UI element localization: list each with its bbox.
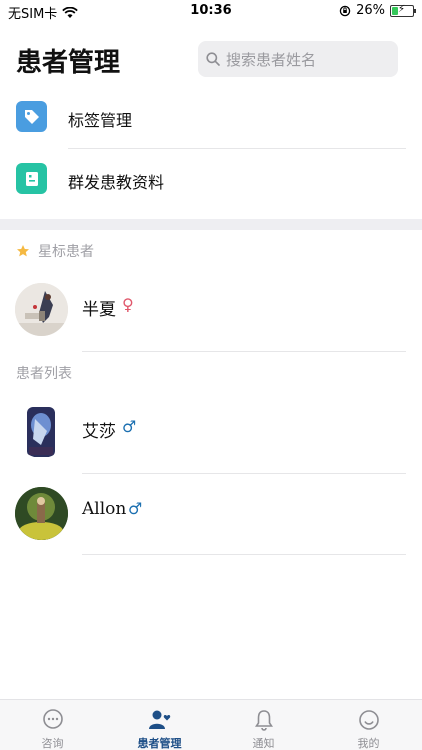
patient-name: 艾莎 xyxy=(82,422,116,442)
search-icon xyxy=(206,52,220,66)
smiley-icon xyxy=(358,710,379,730)
section-separator xyxy=(0,219,422,230)
tab-bar: 咨询 患者管理 通知 我的 xyxy=(0,699,422,750)
starred-section-header: 星标患者 xyxy=(16,241,94,261)
male-icon: ♂ xyxy=(128,499,143,518)
screen: 无SIM卡 10:36 26% ⚡ 患者管理 搜索患者姓名 标签管理 群发患教资… xyxy=(0,0,422,750)
rotation-lock-icon xyxy=(339,5,351,16)
patient-list-title: 患者列表 xyxy=(16,366,72,382)
patient-list-header: 患者列表 xyxy=(16,363,72,383)
patient-row[interactable]: Allon ♂ xyxy=(0,474,422,554)
patients-icon xyxy=(148,710,170,729)
male-icon: ♂ xyxy=(122,417,137,436)
tab-consult[interactable]: 咨询 xyxy=(0,700,105,750)
tab-label: 咨询 xyxy=(41,737,64,750)
avatar xyxy=(15,487,68,540)
chat-bubble-icon xyxy=(42,709,63,729)
tab-notifications[interactable]: 通知 xyxy=(211,700,316,750)
avatar xyxy=(15,405,68,458)
menu-label: 群发患教资料 xyxy=(68,173,165,192)
document-icon xyxy=(16,163,47,194)
tab-me[interactable]: 我的 xyxy=(316,700,421,750)
starred-section-title: 星标患者 xyxy=(38,244,94,260)
patient-name: Allon xyxy=(82,499,127,519)
menu-item-tag-management[interactable]: 标签管理 xyxy=(0,88,422,148)
menu-item-mass-send-education[interactable]: 群发患教资料 xyxy=(0,149,422,209)
patient-name: 半夏 xyxy=(82,300,116,320)
tag-icon xyxy=(16,101,47,132)
status-right: 26% ⚡ xyxy=(339,3,416,18)
battery-icon: ⚡ xyxy=(390,4,416,17)
patient-row[interactable]: 半夏 ♀ xyxy=(0,271,422,351)
avatar xyxy=(15,283,68,336)
tab-label: 我的 xyxy=(357,737,380,750)
bell-icon xyxy=(254,710,273,731)
star-icon xyxy=(17,245,29,257)
menu-label: 标签管理 xyxy=(68,111,133,130)
battery-percent: 26% xyxy=(356,3,385,18)
tab-patient-management[interactable]: 患者管理 xyxy=(107,700,212,750)
tab-label: 通知 xyxy=(252,737,275,750)
patient-row[interactable]: 艾莎 ♂ xyxy=(0,393,422,473)
divider xyxy=(82,351,406,352)
page-title: 患者管理 xyxy=(16,48,121,78)
divider xyxy=(82,554,406,555)
status-bar: 无SIM卡 10:36 26% ⚡ xyxy=(0,0,422,22)
search-placeholder: 搜索患者姓名 xyxy=(226,50,317,69)
tab-label: 患者管理 xyxy=(137,737,182,750)
search-input[interactable]: 搜索患者姓名 xyxy=(198,41,398,77)
female-icon: ♀ xyxy=(122,295,134,314)
